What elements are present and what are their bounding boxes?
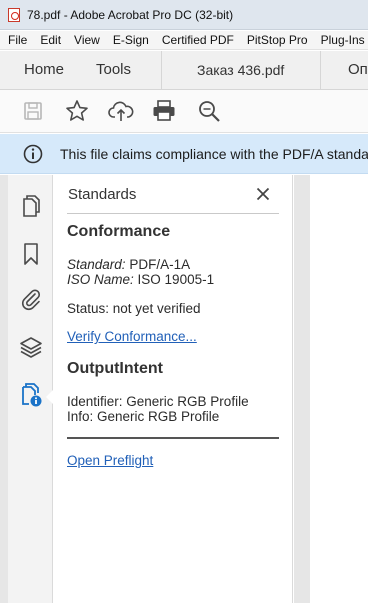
iso-value: ISO 19005-1 [137,272,215,287]
section-divider [67,437,279,439]
conformance-heading: Conformance [67,223,171,240]
standards-panel: Standards Conformance Standard: PDF/A-1A… [54,175,293,603]
zoom-search-icon[interactable] [196,98,222,124]
panel-title: Standards [68,186,137,203]
identifier-text: Identifier: Generic RGB Profile [67,394,249,409]
standard-line: Standard: PDF/A-1A [67,257,190,272]
star-icon[interactable] [64,98,90,124]
banner-text: This file claims compliance with the PDF… [60,146,368,162]
pages-icon[interactable] [18,193,44,219]
status-text: Status: not yet verified [67,301,201,316]
menu-file[interactable]: File [8,33,27,47]
acrobat-window: 78.pdf - Adobe Acrobat Pro DC (32-bit) F… [0,0,368,603]
menu-bar: File Edit View E-Sign Certified PDF PitS… [0,31,368,50]
quick-toolbar [0,90,368,133]
acrobat-pdf-icon [8,7,20,22]
nav-edge-strip [0,175,8,603]
close-icon[interactable] [253,184,273,204]
verify-conformance-link[interactable]: Verify Conformance... [67,329,197,344]
standard-value: PDF/A-1A [129,257,191,272]
tab-divider [320,51,321,89]
document-page[interactable] [310,175,368,603]
standard-label: Standard: [67,257,126,272]
tab-home[interactable]: Home [24,61,64,78]
info-circle-icon [23,144,43,164]
open-preflight-link[interactable]: Open Preflight [67,453,153,468]
print-icon[interactable] [151,98,177,124]
menu-view[interactable]: View [74,33,100,47]
menu-esign[interactable]: E-Sign [113,33,149,47]
iso-label: ISO Name: [67,272,134,287]
menu-plug-ins[interactable]: Plug-Ins [321,33,365,47]
tab-bar: Home Tools Заказ 436.pdf Оп [0,51,368,90]
standards-icon[interactable] [18,382,44,408]
tab-tools[interactable]: Tools [96,61,131,78]
attachment-icon[interactable] [18,286,44,312]
menu-pitstop-pro[interactable]: PitStop Pro [247,33,308,47]
active-nav-indicator [46,389,54,405]
tab-document[interactable]: Заказ 436.pdf [197,62,284,78]
output-intent-heading: OutputIntent [67,360,163,377]
left-navigation-pane [0,175,54,603]
pdfa-info-banner: This file claims compliance with the PDF… [0,134,368,174]
tab-next-document[interactable]: Оп [348,61,368,78]
window-title: 78.pdf - Adobe Acrobat Pro DC (32-bit) [27,7,234,22]
panel-divider [67,213,279,214]
save-icon[interactable] [20,98,46,124]
layers-icon[interactable] [18,334,44,360]
bookmark-icon[interactable] [18,241,44,267]
title-bar: 78.pdf - Adobe Acrobat Pro DC (32-bit) [0,0,368,30]
tab-divider [161,51,162,89]
menu-edit[interactable]: Edit [40,33,61,47]
info-text: Info: Generic RGB Profile [67,409,220,424]
iso-name-line: ISO Name: ISO 19005-1 [67,272,214,287]
menu-certified-pdf[interactable]: Certified PDF [162,33,234,47]
cloud-upload-icon[interactable] [108,98,134,124]
